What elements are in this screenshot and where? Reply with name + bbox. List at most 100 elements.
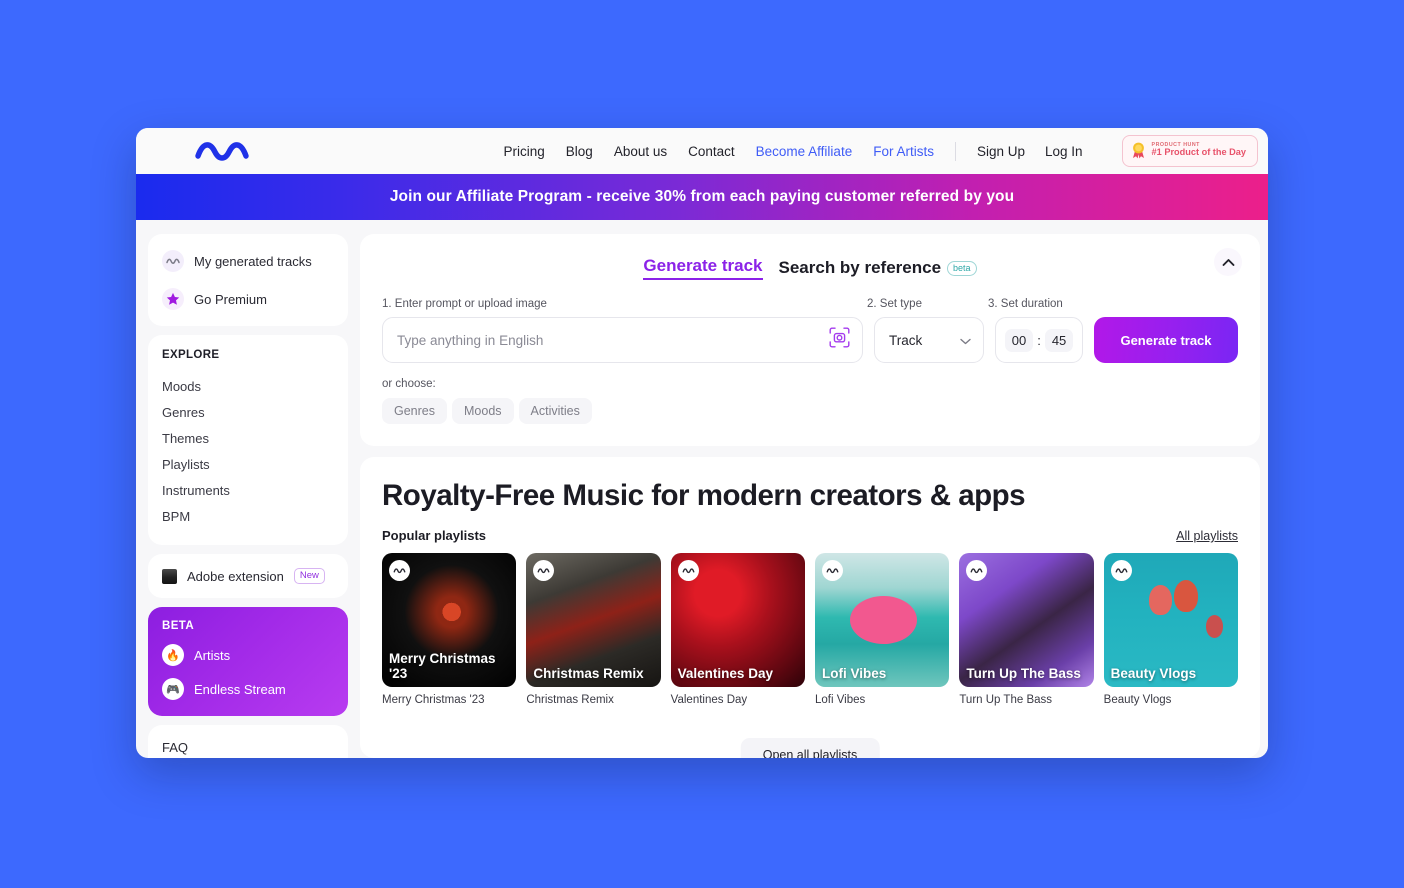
playlist-artwork: Lofi Vibes	[814, 553, 950, 688]
nav-link-become-affiliate[interactable]: Become Affiliate	[756, 144, 853, 159]
playlist-overlay-title: Merry Christmas '23	[389, 651, 496, 682]
balloon-shape	[1149, 585, 1173, 615]
popular-playlists-header: Popular playlists All playlists	[382, 528, 1238, 543]
nav-link-pricing[interactable]: Pricing	[504, 144, 545, 159]
chevron-up-icon[interactable]	[1214, 248, 1242, 276]
image-scan-icon[interactable]	[829, 327, 850, 353]
tab-search-by-reference[interactable]: Search by reference	[779, 258, 942, 278]
playlist-card[interactable]: Lofi Vibes Lofi Vibes	[814, 553, 950, 707]
sign-up-link[interactable]: Sign Up	[977, 144, 1025, 159]
wave-logo-icon	[533, 560, 555, 581]
nav-link-about-us[interactable]: About us	[614, 144, 667, 159]
chip-moods[interactable]: Moods	[452, 398, 514, 424]
sidebar-item-my-generated-tracks[interactable]: My generated tracks	[162, 250, 334, 272]
all-playlists-link[interactable]: All playlists	[1176, 529, 1238, 543]
product-hunt-main-label: #1 Product of the Day	[1151, 147, 1246, 158]
fire-icon: 🔥	[162, 644, 184, 666]
playlist-overlay-title: Valentines Day	[677, 666, 773, 682]
or-choose-label: or choose:	[382, 378, 436, 390]
sidebar-item-label: Endless Stream	[194, 681, 286, 697]
playlists-card: Royalty-Free Music for modern creators &…	[360, 457, 1260, 758]
playlist-caption: Christmas Remix	[526, 694, 614, 707]
type-select[interactable]: Track	[874, 317, 984, 363]
playlist-card[interactable]: Beauty Vlogs Beauty Vlogs	[1103, 553, 1238, 707]
affiliate-banner[interactable]: Join our Affiliate Program - receive 30%…	[136, 174, 1268, 220]
new-badge: New	[293, 568, 325, 584]
playlist-card[interactable]: Valentines Day Valentines Day	[670, 553, 805, 707]
sidebar-item-playlists[interactable]: Playlists	[162, 451, 334, 477]
page-content: My generated tracks Go Premium EXPLORE M…	[136, 220, 1268, 758]
playlist-overlay-title: Turn Up The Bass	[966, 666, 1081, 682]
flamingo-float-shape	[849, 595, 918, 645]
log-in-link[interactable]: Log In	[1045, 144, 1083, 159]
playlist-card[interactable]: Merry Christmas '23 Merry Christmas '23	[382, 553, 517, 707]
balloon-shape	[1205, 614, 1224, 638]
duration-separator: :	[1037, 332, 1041, 348]
label-step-1: 1. Enter prompt or upload image	[382, 298, 547, 310]
open-all-playlists-button[interactable]: Open all playlists	[740, 738, 880, 758]
sidebar-item-themes[interactable]: Themes	[162, 425, 334, 451]
duration-minutes[interactable]: 00	[1004, 328, 1034, 352]
explore-heading: EXPLORE	[162, 349, 220, 361]
wave-logo-icon	[821, 560, 843, 581]
nav-link-for-artists[interactable]: For Artists	[873, 144, 934, 159]
prompt-input[interactable]: Type anything in English	[382, 317, 863, 363]
playlist-artwork: Valentines Day	[670, 553, 805, 688]
form-step-labels: 1. Enter prompt or upload image 2. Set t…	[382, 298, 1238, 310]
sidebar-item-genres[interactable]: Genres	[162, 399, 334, 425]
sidebar-item-moods[interactable]: Moods	[162, 373, 334, 399]
label-step-3: 3. Set duration	[988, 298, 1063, 310]
sidebar-item-adobe-extension[interactable]: Adobe extension New	[148, 554, 348, 598]
popular-playlists-label: Popular playlists	[382, 528, 487, 543]
playlist-artwork: Merry Christmas '23	[382, 553, 517, 688]
sidebar-panel-beta: BETA 🔥 Artists 🎮 Endless Stream	[148, 607, 348, 716]
playlist-caption: Merry Christmas '23	[382, 694, 485, 707]
wave-logo-icon[interactable]	[194, 137, 254, 165]
playlist-artwork: Turn Up The Bass	[959, 553, 1094, 688]
balloon-shape	[1173, 579, 1198, 613]
sidebar-panel-tracks: My generated tracks Go Premium	[148, 234, 348, 326]
playlist-artwork: Christmas Remix	[526, 553, 661, 688]
adobe-icon	[162, 568, 177, 584]
beta-heading: BETA	[162, 620, 195, 632]
playlist-caption: Lofi Vibes	[814, 694, 866, 707]
sidebar-item-label: My generated tracks	[194, 253, 312, 269]
sidebar-item-instruments[interactable]: Instruments	[162, 477, 334, 503]
nav-link-blog[interactable]: Blog	[566, 144, 593, 159]
playlist-overlay-title: Beauty Vlogs	[1110, 666, 1197, 682]
prompt-placeholder: Type anything in English	[397, 332, 544, 348]
chip-genres[interactable]: Genres	[382, 398, 447, 424]
tab-generate-track[interactable]: Generate track	[643, 256, 763, 280]
generator-card: Generate track Search by reference beta …	[360, 234, 1260, 446]
product-hunt-badge[interactable]: PRODUCT HUNT #1 Product of the Day	[1121, 135, 1258, 167]
playlist-card[interactable]: Turn Up The Bass Turn Up The Bass	[959, 553, 1094, 707]
page-title: Royalty-Free Music for modern creators &…	[382, 479, 1026, 512]
duration-input[interactable]: 00 : 45	[995, 317, 1083, 363]
sidebar-item-go-premium[interactable]: Go Premium	[162, 288, 334, 310]
wave-logo-icon	[966, 560, 988, 581]
playlist-card[interactable]: Christmas Remix Christmas Remix	[526, 553, 661, 707]
chip-activities[interactable]: Activities	[518, 398, 592, 424]
generate-track-button[interactable]: Generate track	[1094, 317, 1238, 363]
sidebar-item-artists[interactable]: 🔥 Artists	[162, 644, 334, 666]
playlist-caption: Beauty Vlogs	[1103, 694, 1172, 707]
auth-links: Sign Up Log In	[977, 144, 1083, 159]
playlist-artwork: Beauty Vlogs	[1103, 553, 1238, 688]
playlist-caption: Valentines Day	[670, 694, 748, 707]
adobe-extension-label: Adobe extension	[187, 568, 284, 584]
duration-seconds[interactable]: 45	[1044, 328, 1074, 352]
category-chips: Genres Moods Activities	[382, 398, 1238, 424]
generator-form-row: Type anything in English Track 00: 45 G…	[382, 317, 1238, 363]
wave-logo-icon	[677, 560, 699, 581]
sidebar-item-faq[interactable]: FAQ	[148, 725, 348, 758]
top-navigation-bar: Pricing Blog About us Contact Become Aff…	[136, 128, 1268, 174]
playlist-caption: Turn Up The Bass	[959, 694, 1053, 707]
nav-link-contact[interactable]: Contact	[688, 144, 735, 159]
browser-window: Pricing Blog About us Contact Become Aff…	[136, 128, 1268, 758]
sidebar-item-label: Go Premium	[194, 291, 267, 307]
sidebar-item-endless-stream[interactable]: 🎮 Endless Stream	[162, 678, 334, 700]
wave-logo-icon	[1110, 560, 1132, 581]
playlist-overlay-title: Lofi Vibes	[821, 666, 887, 682]
sidebar-item-bpm[interactable]: BPM	[162, 503, 334, 529]
medal-icon	[1132, 142, 1144, 159]
